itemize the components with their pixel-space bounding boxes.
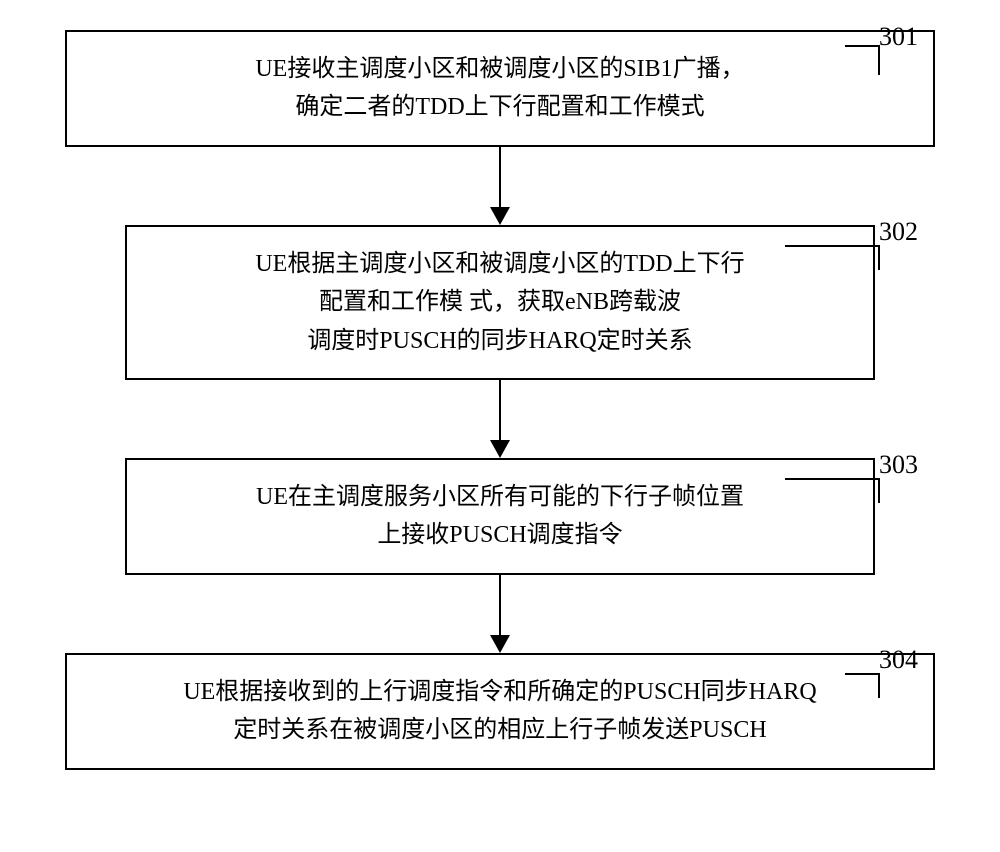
arrow-head-icon — [490, 635, 510, 653]
step-wrapper-304: UE根据接收到的上行调度指令和所确定的PUSCH同步HARQ 定时关系在被调度小… — [60, 653, 940, 770]
step-wrapper-302: UE根据主调度小区和被调度小区的TDD上下行 配置和工作模 式，获取eNB跨载波… — [60, 225, 940, 380]
step-box-301: UE接收主调度小区和被调度小区的SIB1广播， 确定二者的TDD上下行配置和工作… — [65, 30, 935, 147]
step-box-304: UE根据接收到的上行调度指令和所确定的PUSCH同步HARQ 定时关系在被调度小… — [65, 653, 935, 770]
arrow-icon — [490, 380, 510, 458]
step-box-302: UE根据主调度小区和被调度小区的TDD上下行 配置和工作模 式，获取eNB跨载波… — [125, 225, 875, 380]
arrow-head-icon — [490, 440, 510, 458]
step-label-301: 301 — [879, 22, 918, 52]
step-wrapper-303: UE在主调度服务小区所有可能的下行子帧位置 上接收PUSCH调度指令 303 — [60, 458, 940, 575]
step-label-303: 303 — [879, 450, 918, 480]
step-box-303: UE在主调度服务小区所有可能的下行子帧位置 上接收PUSCH调度指令 — [125, 458, 875, 575]
flowchart-container: UE接收主调度小区和被调度小区的SIB1广播， 确定二者的TDD上下行配置和工作… — [60, 30, 940, 770]
connector-line-304 — [845, 673, 880, 698]
step-label-302: 302 — [879, 217, 918, 247]
step-label-304: 304 — [879, 645, 918, 675]
arrow-icon — [490, 575, 510, 653]
connector-line-302 — [785, 245, 880, 270]
connector-line-303 — [785, 478, 880, 503]
connector-line-301 — [845, 45, 880, 75]
arrow-line — [499, 147, 501, 207]
arrow-line — [499, 380, 501, 440]
arrow-icon — [490, 147, 510, 225]
step-wrapper-301: UE接收主调度小区和被调度小区的SIB1广播， 确定二者的TDD上下行配置和工作… — [60, 30, 940, 147]
arrow-head-icon — [490, 207, 510, 225]
arrow-line — [499, 575, 501, 635]
